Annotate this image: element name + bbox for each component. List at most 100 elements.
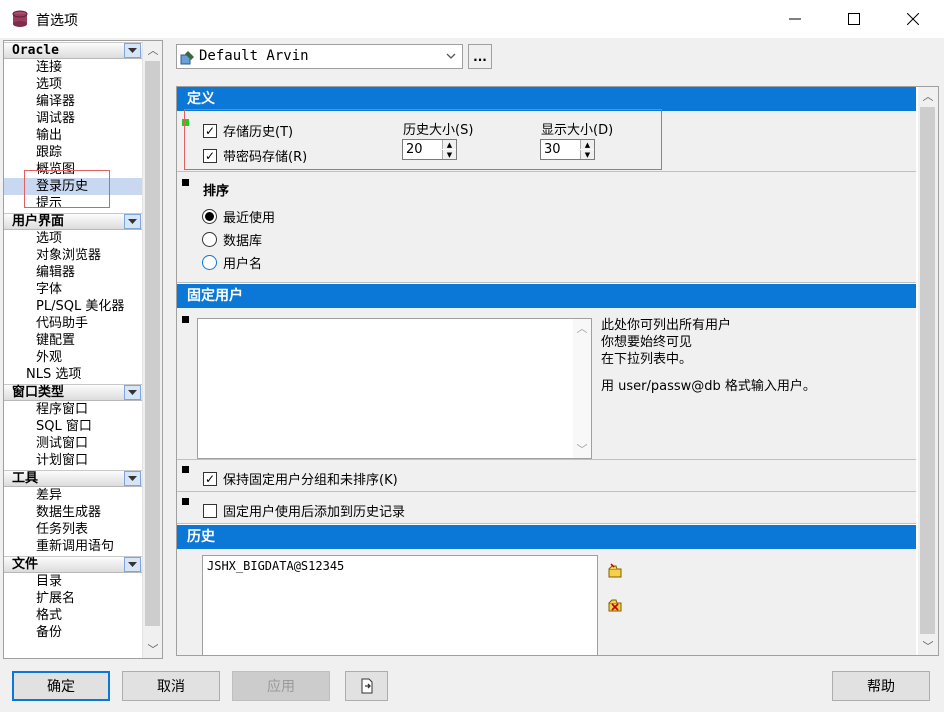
profile-select[interactable]: Default Arvin <box>176 44 463 69</box>
tree-category-label: 窗口类型 <box>12 385 65 400</box>
tree-item[interactable]: 编译器 <box>4 93 142 110</box>
scroll-up-icon[interactable]: ︿ <box>918 87 938 105</box>
tree-item[interactable]: SQL 窗口 <box>4 418 142 435</box>
tree-item[interactable]: 计划窗口 <box>4 452 142 469</box>
close-button[interactable] <box>884 0 942 38</box>
checkbox-box: ✓ <box>203 471 217 486</box>
chevron-down-icon <box>446 53 456 59</box>
help-button[interactable]: 帮助 <box>832 671 930 701</box>
tree-item[interactable]: 目录 <box>4 573 142 590</box>
scroll-down-icon[interactable]: ﹀ <box>143 640 162 658</box>
apply-button[interactable]: 应用 <box>232 671 330 701</box>
sort-radio-recent[interactable]: 最近使用 <box>202 207 275 226</box>
tree-category[interactable]: 文件 <box>4 556 142 573</box>
hint-line: 此处你可列出所有用户 <box>601 318 732 333</box>
definition-row: ✓ 存储历史(T) ✓ 带密码存储(R) 历史大小(S) 20 ▲ ▼ 显示大小… <box>177 109 916 172</box>
tree-item[interactable]: 编辑器 <box>4 264 142 281</box>
ok-button[interactable]: 确定 <box>12 671 110 701</box>
tree-scrollbar[interactable]: ︿ ﹀ <box>142 41 162 658</box>
tree-category-label: 用户界面 <box>12 214 65 229</box>
tree-item[interactable]: 键配置 <box>4 332 142 349</box>
add-to-fixed-icon[interactable] <box>607 563 623 579</box>
checkbox-box <box>203 503 217 518</box>
tree-category[interactable]: 窗口类型 <box>4 384 142 401</box>
tree-item[interactable]: 程序窗口 <box>4 401 142 418</box>
textarea-scrollbar[interactable]: ︿ ﹀ <box>573 319 591 458</box>
tree-category-label: Oracle <box>12 43 59 58</box>
spin-down-icon[interactable]: ▼ <box>580 150 594 159</box>
maximize-button[interactable] <box>825 0 883 38</box>
sort-radio-username[interactable]: 用户名 <box>202 253 262 272</box>
sort-option-label: 最近使用 <box>223 211 276 226</box>
scroll-down-icon[interactable]: ﹀ <box>573 440 591 458</box>
profile-icon <box>180 51 194 65</box>
hint-line: 在下拉列表中。 <box>601 352 693 367</box>
sort-radio-database[interactable]: 数据库 <box>202 230 262 249</box>
delete-history-icon[interactable] <box>607 597 623 613</box>
tree-item[interactable]: PL/SQL 美化器 <box>4 298 142 315</box>
tree-category-label: 工具 <box>12 471 39 486</box>
keep-group-checkbox[interactable]: ✓ 保持固定用户分组和未排序(K) <box>203 469 398 488</box>
chevron-down-icon[interactable] <box>124 43 141 58</box>
section-header-history: 历史 <box>177 525 916 549</box>
cancel-button[interactable]: 取消 <box>122 671 220 701</box>
tree-item[interactable]: 任务列表 <box>4 521 142 538</box>
preferences-tree[interactable]: Oracle 连接 选项 编译器 调试器 输出 跟踪 概览图 登录历史 提示 用户界面 选项 对象浏览器… <box>3 40 163 659</box>
spin-up-icon[interactable]: ▲ <box>580 140 594 149</box>
history-list[interactable]: JSHX_BIGDATA@S12345 <box>202 555 598 655</box>
tree-item[interactable]: 选项 <box>4 230 142 247</box>
tree-category[interactable]: Oracle <box>4 42 142 59</box>
history-size-value: 20 <box>406 142 423 157</box>
document-arrow-icon <box>361 678 372 694</box>
chevron-down-icon[interactable] <box>124 214 141 229</box>
tree-item[interactable]: 输出 <box>4 127 142 144</box>
add-to-history-checkbox[interactable]: 固定用户使用后添加到历史记录 <box>203 501 405 520</box>
spin-up-icon[interactable]: ▲ <box>442 140 456 149</box>
hint-format: 用 user/passw@db 格式输入用户。 <box>601 379 816 394</box>
scroll-thumb[interactable] <box>920 107 935 634</box>
marker <box>182 316 189 323</box>
tree-item[interactable]: NLS 选项 <box>4 366 142 383</box>
add-history-row: 固定用户使用后添加到历史记录 <box>177 492 916 524</box>
tree-item[interactable]: 重新调用语句 <box>4 538 142 555</box>
store-history-checkbox[interactable]: ✓ 存储历史(T) <box>203 121 293 140</box>
profile-value: Default Arvin <box>199 48 309 64</box>
tree-item[interactable]: 备份 <box>4 624 142 641</box>
display-size-spinner[interactable]: 30 ▲ ▼ <box>540 139 595 160</box>
tree-item[interactable]: 跟踪 <box>4 144 142 161</box>
history-size-spinner[interactable]: 20 ▲ ▼ <box>402 139 457 160</box>
scroll-up-icon[interactable]: ︿ <box>143 41 162 59</box>
tree-item[interactable]: 数据生成器 <box>4 504 142 521</box>
panel-scrollbar[interactable]: ︿ ﹀ <box>918 87 938 655</box>
minimize-button[interactable] <box>766 0 824 38</box>
title-bar: 首选项 <box>0 0 944 38</box>
tree-item[interactable]: 代码助手 <box>4 315 142 332</box>
store-with-password-checkbox[interactable]: ✓ 带密码存储(R) <box>203 146 307 165</box>
chevron-down-icon[interactable] <box>124 471 141 486</box>
scroll-down-icon[interactable]: ﹀ <box>918 637 938 655</box>
tree-item[interactable]: 选项 <box>4 76 142 93</box>
app-database-icon <box>12 10 28 27</box>
chevron-down-icon[interactable] <box>124 385 141 400</box>
settings-panel: 定义 ✓ 存储历史(T) ✓ 带密码存储(R) 历史大小(S) 20 ▲ ▼ 显… <box>176 86 939 656</box>
tree-category[interactable]: 工具 <box>4 470 142 487</box>
tools-button[interactable] <box>345 671 388 701</box>
scroll-up-icon[interactable]: ︿ <box>573 319 591 337</box>
tree-item[interactable]: 扩展名 <box>4 590 142 607</box>
tree-item[interactable]: 测试窗口 <box>4 435 142 452</box>
tree-item[interactable]: 字体 <box>4 281 142 298</box>
tree-item[interactable]: 调试器 <box>4 110 142 127</box>
profile-more-button[interactable]: ... <box>468 44 492 69</box>
tree-category[interactable]: 用户界面 <box>4 213 142 230</box>
history-entry[interactable]: JSHX_BIGDATA@S12345 <box>207 559 593 573</box>
chevron-down-icon[interactable] <box>124 557 141 572</box>
spin-down-icon[interactable]: ▼ <box>442 150 456 159</box>
scroll-thumb[interactable] <box>145 61 160 626</box>
tree-item[interactable]: 格式 <box>4 607 142 624</box>
tree-item[interactable]: 连接 <box>4 59 142 76</box>
radio-circle <box>202 209 217 224</box>
fixed-users-input[interactable]: ︿ ﹀ <box>197 318 592 459</box>
tree-item[interactable]: 差异 <box>4 487 142 504</box>
tree-item[interactable]: 外观 <box>4 349 142 366</box>
tree-item[interactable]: 对象浏览器 <box>4 247 142 264</box>
